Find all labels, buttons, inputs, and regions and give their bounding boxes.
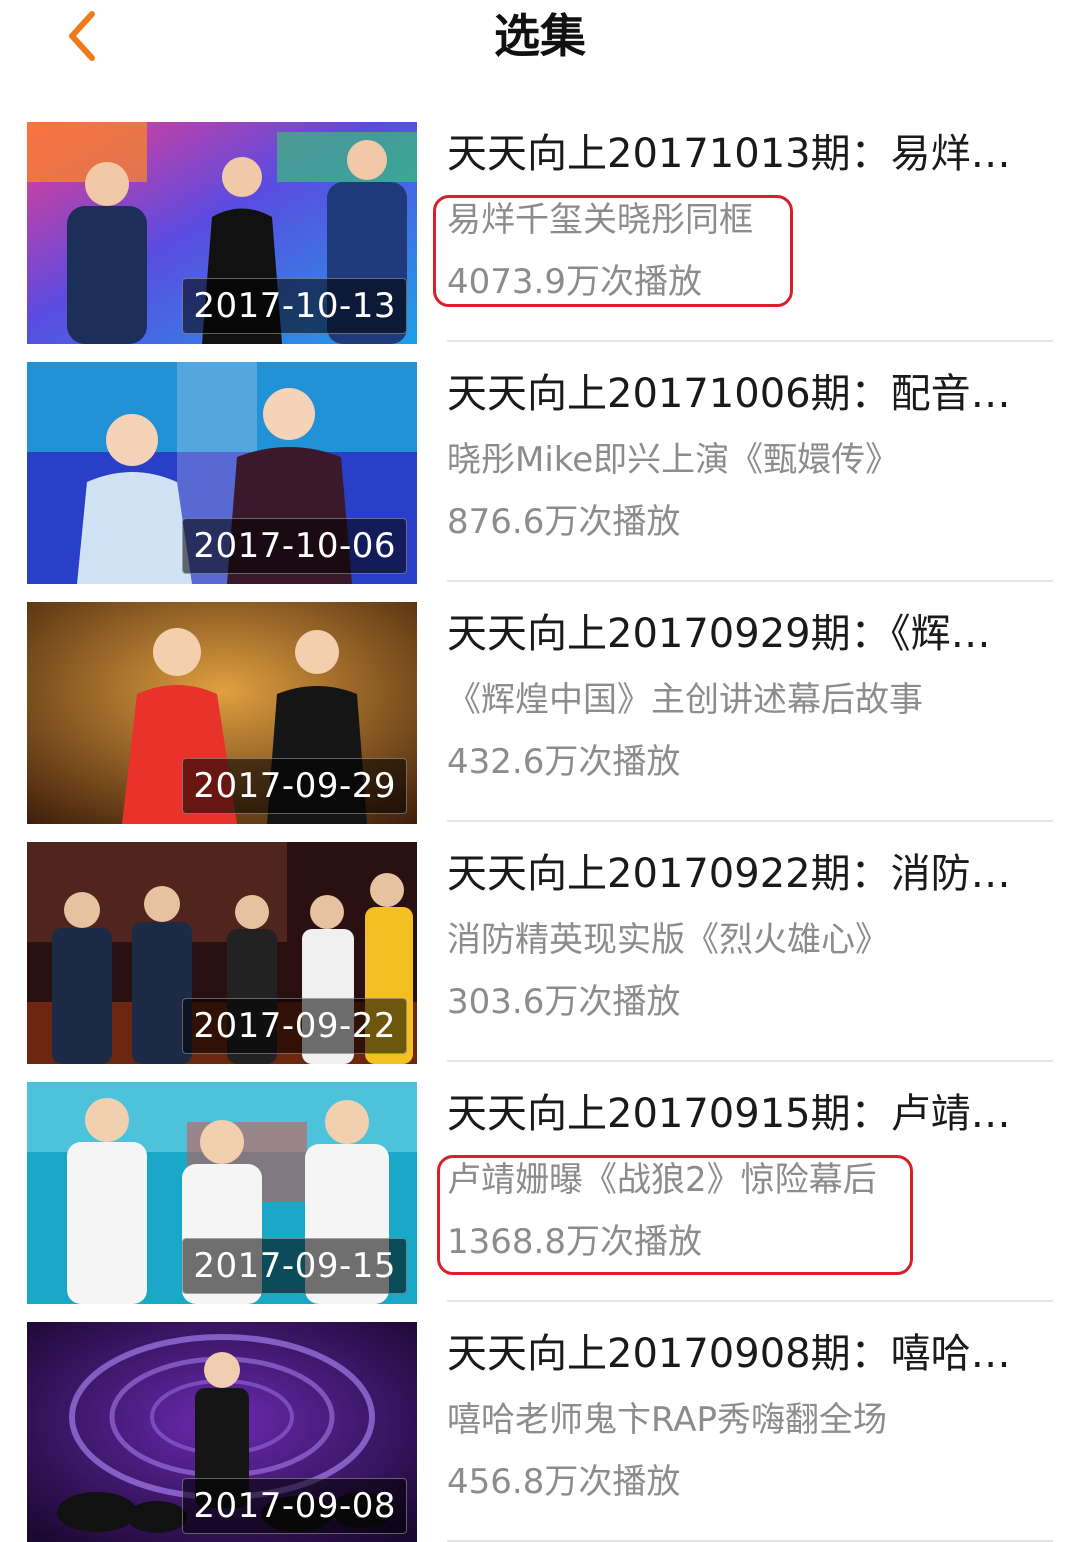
episode-info: 天天向上20170922期：消防… 消防精英现实版《烈火雄心》 303.6万次播… [447, 842, 1053, 1064]
episode-title: 天天向上20170922期：消防… [447, 851, 1011, 897]
episode-item[interactable]: 2017-09-29 天天向上20170929期：《辉… 《辉煌中国》主创讲述幕… [0, 602, 1080, 824]
episode-title: 天天向上20170929期：《辉… [447, 611, 991, 657]
episode-title: 天天向上20171006期：配音… [447, 371, 1011, 417]
episode-description: 消防精英现实版《烈火雄心》 [447, 920, 889, 960]
episode-thumbnail: 2017-10-13 [27, 122, 417, 344]
date-badge: 2017-10-06 [182, 518, 407, 574]
divider [447, 1060, 1053, 1062]
episode-description: 晓彤Mike即兴上演《甄嬛传》 [447, 440, 900, 480]
episode-thumbnail: 2017-09-29 [27, 602, 417, 824]
divider [447, 580, 1053, 582]
episode-item[interactable]: 2017-10-06 天天向上20171006期：配音… 晓彤Mike即兴上演《… [0, 362, 1080, 584]
date-badge: 2017-10-13 [182, 278, 407, 334]
episode-item[interactable]: 2017-09-22 天天向上20170922期：消防… 消防精英现实版《烈火雄… [0, 842, 1080, 1064]
episode-title: 天天向上20170915期：卢靖… [447, 1091, 1011, 1137]
date-badge: 2017-09-29 [182, 758, 407, 814]
episode-info: 天天向上20170929期：《辉… 《辉煌中国》主创讲述幕后故事 432.6万次… [447, 602, 1053, 824]
episode-title: 天天向上20171013期：易烊… [447, 131, 1011, 177]
divider [447, 340, 1053, 342]
episode-info: 天天向上20171006期：配音… 晓彤Mike即兴上演《甄嬛传》 876.6万… [447, 362, 1053, 584]
episode-title: 天天向上20170908期：嘻哈… [447, 1331, 1011, 1377]
play-count: 876.6万次播放 [447, 502, 681, 542]
episode-thumbnail: 2017-09-15 [27, 1082, 417, 1304]
header-bar: 选集 [0, 0, 1080, 80]
episode-thumbnail: 2017-10-06 [27, 362, 417, 584]
date-badge: 2017-09-22 [182, 998, 407, 1054]
play-count: 456.8万次播放 [447, 1462, 681, 1502]
date-badge: 2017-09-08 [182, 1478, 407, 1534]
highlight-box [433, 195, 793, 307]
divider [447, 820, 1053, 822]
episode-thumbnail: 2017-09-08 [27, 1322, 417, 1542]
episode-item[interactable]: 2017-09-08 天天向上20170908期：嘻哈… 嘻哈老师鬼卞RAP秀嗨… [0, 1322, 1080, 1542]
episode-description: 《辉煌中国》主创讲述幕后故事 [447, 680, 923, 720]
divider [447, 1300, 1053, 1302]
date-badge: 2017-09-15 [182, 1238, 407, 1294]
episode-select-page: 选集 2017-10-13 天天向上20171013期：易烊… 易烊千玺关晓彤同… [0, 0, 1080, 1542]
play-count: 432.6万次播放 [447, 742, 681, 782]
episode-thumbnail: 2017-09-22 [27, 842, 417, 1064]
page-title: 选集 [494, 9, 586, 63]
episode-info: 天天向上20170908期：嘻哈… 嘻哈老师鬼卞RAP秀嗨翻全场 456.8万次… [447, 1322, 1053, 1542]
episode-description: 嘻哈老师鬼卞RAP秀嗨翻全场 [447, 1400, 888, 1440]
highlight-box [437, 1155, 913, 1275]
play-count: 303.6万次播放 [447, 982, 681, 1022]
